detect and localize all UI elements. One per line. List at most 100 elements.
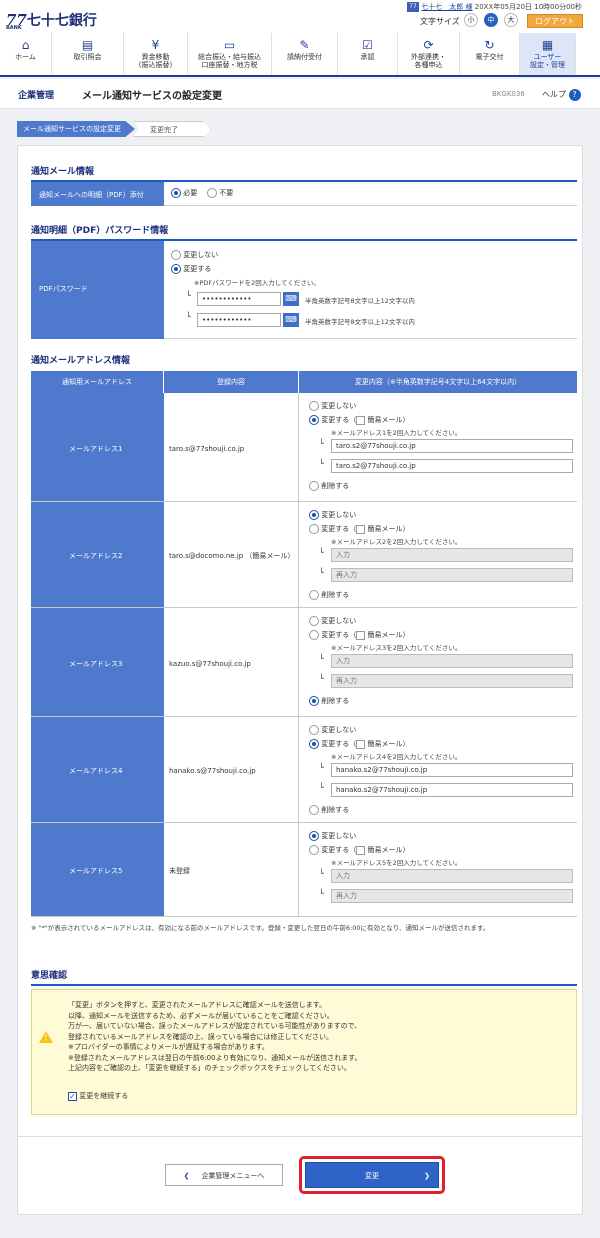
change-radio[interactable]: 変更する（ 簡易メール） (309, 524, 409, 534)
pdf-change-radio[interactable]: 変更する (171, 264, 211, 274)
pdf-nochange-radio[interactable]: 変更しない (171, 250, 218, 260)
col-header: 登録内容 (164, 371, 299, 393)
address-current: taro.s@docomo.ne.jp （簡易メール） (164, 502, 299, 607)
addr-footnote: ※ "*"が表示されているメールアドレスは、有効になる前のメールアドレスです。登… (31, 924, 490, 932)
address-input[interactable]: 入力 (331, 654, 573, 668)
address-row: メールアドレス1 taro.s@77shouji.co.jp 変更しない 変更する… (31, 393, 577, 502)
nav-label: 承認 (360, 53, 375, 61)
nav-item-3[interactable]: ▭ 総合振込・給与振込 口座振替・地方税 (188, 33, 272, 75)
address-input[interactable]: taro.s2@77shouji.co.jp (331, 439, 573, 453)
change-radio[interactable]: 変更する（ 簡易メール） (309, 845, 409, 855)
address-note: ※メールアドレス2を2回入力してください。 (331, 538, 462, 546)
submit-button[interactable]: 変更 ❯ (305, 1162, 439, 1188)
address-input[interactable]: hanako.s2@77shouji.co.jp (331, 763, 573, 777)
nav-label: ユーザー 設定・管理 (530, 53, 565, 69)
addr-table-header: 通知用メールアドレス 登録内容 変更内容（※半角英数字記号4文字以上64文字以内… (31, 371, 577, 393)
keyboard-icon[interactable]: ⌨ (283, 313, 299, 327)
nochange-radio[interactable]: 変更しない (309, 510, 356, 520)
address-row: メールアドレス3 kazuo.s@77shouji.co.jp 変更しない 変更す… (31, 608, 577, 717)
nav-label: 請納付受付 (287, 53, 322, 61)
font-large-button[interactable]: 大 (504, 13, 518, 27)
breadcrumb-step-next: 変更完了 (133, 121, 211, 137)
easy-mail-checkbox[interactable] (356, 415, 366, 425)
indent-icon: └ (319, 459, 324, 468)
pdf-hint-1: 半角英数字記号8文字以上12文字以内 (305, 297, 415, 305)
user-name-link[interactable]: 七十七 太郎 様 (421, 3, 472, 11)
document-icon: ▤ (81, 38, 94, 52)
nav-item-2[interactable]: ¥ 資金移動 (振込振替) (124, 33, 188, 75)
nav-label: 外部連携・ 各種申込 (411, 53, 446, 69)
yen-icon: ¥ (151, 38, 160, 52)
pdf-password-confirm-input[interactable]: •••••••••••• (197, 313, 281, 327)
help-icon: ? (568, 89, 581, 101)
nochange-radio[interactable]: 変更しない (309, 401, 356, 411)
pdf-note: ※PDFパスワードを2回入力してください。 (194, 279, 320, 287)
notify-no-radio[interactable]: 不要 (207, 188, 233, 198)
address-confirm-input[interactable]: 再入力 (331, 568, 573, 582)
bank-logo[interactable]: 77七十七銀行 BANK (6, 10, 97, 31)
delete-radio[interactable]: 削除する (309, 696, 349, 706)
nochange-radio[interactable]: 変更しない (309, 725, 356, 735)
font-small-button[interactable]: 小 (464, 13, 478, 27)
change-radio[interactable]: 変更する（ 簡易メール） (309, 415, 409, 425)
easy-mail-checkbox[interactable] (356, 630, 366, 640)
address-note: ※メールアドレス1を2回入力してください。 (331, 429, 462, 437)
delete-radio[interactable]: 削除する (309, 481, 349, 491)
nav-item-7[interactable]: ↻ 電子交付 (460, 33, 520, 75)
delete-radio[interactable]: 削除する (309, 590, 349, 600)
indent-icon: └ (319, 869, 324, 878)
divider (18, 1136, 582, 1137)
nav-item-0[interactable]: ⌂ ホーム (0, 33, 52, 75)
address-row: メールアドレス5 未登録 変更しない 変更する（ 簡易メール） ※メールアドレス5を… (31, 823, 577, 917)
change-radio[interactable]: 変更する（ 簡易メール） (309, 630, 409, 640)
pdf-password-input[interactable]: •••••••••••• (197, 292, 281, 306)
col-header: 通知用メールアドレス (31, 371, 164, 393)
warning-icon: ! (39, 1031, 53, 1043)
notify-row: 通知メールへの明細（PDF）添付 必要 不要 (31, 182, 577, 206)
screen-code: BKGK036 (492, 90, 525, 98)
logout-button[interactable]: ログアウト (527, 14, 583, 28)
top-bar: 77七十七銀行 BANK 77 七十七 太郎 様 20XX年05月20日 10時0… (0, 0, 600, 33)
keyboard-icon[interactable]: ⌨ (283, 292, 299, 306)
notify-heading: 通知メール情報 (31, 167, 95, 177)
address-current: hanako.s@77shouji.co.jp (164, 717, 299, 822)
continue-checkbox[interactable]: ✓ 変更を継続する (68, 1091, 128, 1101)
easy-mail-checkbox[interactable] (356, 739, 366, 749)
change-radio[interactable]: 変更する（ 簡易メール） (309, 739, 409, 749)
back-button[interactable]: ❮ 企業管理メニューへ (165, 1164, 283, 1186)
divider (31, 984, 577, 986)
address-confirm-input[interactable]: 再入力 (331, 889, 573, 903)
address-input[interactable]: 入力 (331, 548, 573, 562)
address-input[interactable]: 入力 (331, 869, 573, 883)
notify-yes-radio[interactable]: 必要 (171, 188, 197, 198)
home-icon: ⌂ (21, 38, 30, 52)
breadcrumb-step-current: メール通知サービスの設定変更 (17, 121, 135, 137)
easy-mail-checkbox[interactable] (356, 524, 366, 534)
confirm-text-line: ※プロバイダーの事情によりメールが遅延する場合があります。 (68, 1043, 269, 1051)
nav-item-6[interactable]: ⟳ 外部連携・ 各種申込 (398, 33, 460, 75)
easy-mail-checkbox[interactable] (356, 845, 366, 855)
nav-label: 資金移動 (振込振替) (138, 53, 173, 69)
font-medium-button[interactable]: 中 (484, 13, 498, 27)
nav-item-5[interactable]: ☑ 承認 (338, 33, 398, 75)
nav-item-8[interactable]: ▦ ユーザー 設定・管理 (520, 33, 576, 75)
col-header: 変更内容（※半角英数字記号4文字以上64文字以内） (299, 371, 577, 393)
delete-radio[interactable]: 削除する (309, 805, 349, 815)
nochange-radio[interactable]: 変更しない (309, 831, 356, 841)
indent-icon: └ (319, 889, 324, 898)
nochange-radio[interactable]: 変更しない (309, 616, 356, 626)
nav-item-1[interactable]: ▤ 取引照会 (52, 33, 124, 75)
pdf-label: PDFパスワード (31, 241, 164, 339)
help-link[interactable]: ヘルプ ? (542, 89, 581, 101)
link-icon: ⟳ (423, 38, 434, 52)
user-admin-icon: ▦ (541, 38, 554, 52)
indent-icon: └ (319, 674, 324, 683)
indent-icon: └ (319, 783, 324, 792)
address-label: メールアドレス2 (31, 502, 164, 607)
confirm-box: ! 「変更」ボタンを押すと、変更されたメールアドレスに確認メールを送信します。以… (31, 989, 577, 1115)
address-confirm-input[interactable]: 再入力 (331, 674, 573, 688)
indent-icon: └ (319, 654, 324, 663)
nav-item-4[interactable]: ✎ 請納付受付 (272, 33, 338, 75)
address-confirm-input[interactable]: taro.s2@77shouji.co.jp (331, 459, 573, 473)
address-confirm-input[interactable]: hanako.s2@77shouji.co.jp (331, 783, 573, 797)
